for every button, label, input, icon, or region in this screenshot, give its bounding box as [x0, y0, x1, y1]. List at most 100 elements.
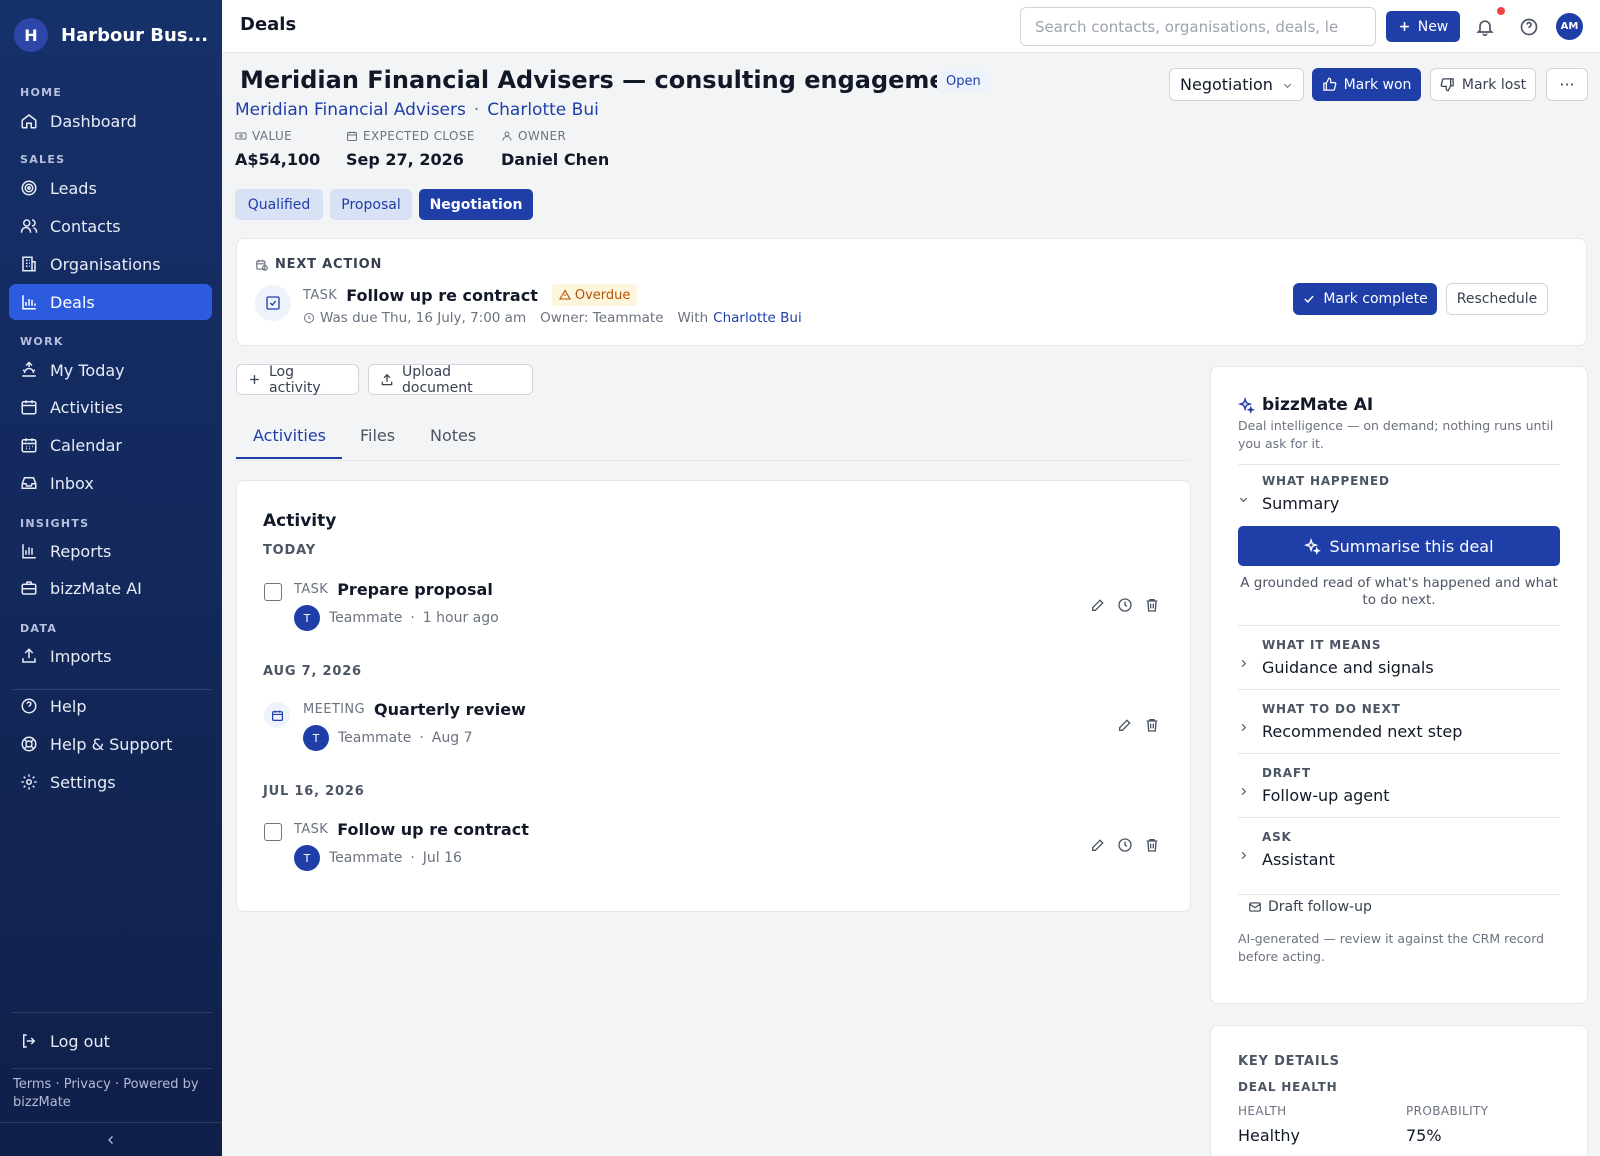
reschedule-clock-icon[interactable] — [1116, 836, 1134, 854]
user-avatar[interactable]: AM — [1556, 13, 1583, 40]
sidebar-item-help[interactable]: Help — [9, 688, 212, 724]
sparkle-icon — [1304, 537, 1329, 555]
stage-pill-negotiation[interactable]: Negotiation — [419, 189, 533, 220]
section-value: Summary — [1262, 494, 1340, 513]
collapse-sidebar-button[interactable] — [0, 1122, 222, 1156]
sidebar-item-deals[interactable]: Deals — [9, 284, 212, 320]
briefcase-icon — [20, 579, 38, 597]
sidebar-item-dashboard[interactable]: Dashboard — [9, 103, 212, 139]
divider — [1238, 894, 1560, 895]
sidebar-item-calendar[interactable]: Calendar — [9, 427, 212, 463]
sidebar-item-imports[interactable]: Imports — [9, 638, 212, 674]
notifications-bell-icon[interactable] — [1474, 16, 1496, 38]
owner-label-text: OWNER — [518, 129, 567, 143]
new-button[interactable]: New — [1386, 11, 1460, 42]
log-activity-button[interactable]: Log activity — [236, 364, 359, 396]
upload-document-button[interactable]: Upload document — [368, 364, 533, 396]
summarise-deal-button[interactable]: Summarise this deal — [1238, 526, 1560, 566]
chevron-down-icon — [1238, 494, 1249, 505]
help-icon[interactable] — [1518, 16, 1540, 38]
reschedule-clock-icon[interactable] — [1116, 596, 1134, 614]
users-icon — [20, 217, 38, 235]
list-item: TASK Prepare proposal — [294, 580, 493, 599]
contact-link[interactable]: Charlotte Bui — [487, 100, 599, 120]
chevron-right-icon — [1238, 850, 1249, 861]
edit-pencil-icon[interactable] — [1089, 836, 1107, 854]
sidebar-item-leads[interactable]: Leads — [9, 170, 212, 206]
sidebar-item-activities[interactable]: Activities — [9, 389, 212, 425]
deal-health-heading: DEAL HEALTH — [1238, 1080, 1338, 1094]
task-checkbox[interactable] — [264, 823, 282, 841]
trash-icon[interactable] — [1143, 596, 1161, 614]
sidebar-item-settings[interactable]: Settings — [9, 764, 212, 800]
sidebar-section-work: WORK — [20, 335, 64, 348]
draft-followup-button[interactable]: Draft follow-up — [1248, 899, 1372, 915]
stage-select[interactable]: Negotiation — [1169, 68, 1304, 101]
privacy-link[interactable]: Privacy — [64, 1077, 111, 1092]
money-icon — [235, 130, 252, 142]
more-options-button[interactable]: ··· — [1546, 68, 1588, 101]
footer-dot: · — [55, 1077, 60, 1092]
ai-section-draft[interactable]: DRAFT Follow-up agent — [1238, 766, 1560, 816]
sidebar-footer: Terms · Privacy · Powered by bizzMate — [13, 1076, 213, 1112]
organisation-link[interactable]: Meridian Financial Advisers — [235, 100, 466, 120]
edit-pencil-icon[interactable] — [1116, 716, 1134, 734]
sidebar-item-organisations[interactable]: Organisations — [9, 246, 212, 282]
thumbs-down-icon — [1440, 77, 1455, 92]
expected-close: Sep 27, 2026 — [346, 150, 464, 169]
chevron-left-icon — [105, 1134, 117, 1146]
stage-pill-proposal[interactable]: Proposal — [330, 189, 412, 220]
sidebar-item-my-today[interactable]: My Today — [9, 352, 212, 388]
activity-meta: T Teammate · Aug 7 — [303, 725, 472, 751]
ai-section-what-it-means[interactable]: WHAT IT MEANS Guidance and signals — [1238, 638, 1560, 688]
ai-section-what-happened[interactable]: WHAT HAPPENED Summary — [1238, 474, 1560, 524]
ai-section-ask[interactable]: ASK Assistant — [1238, 830, 1560, 880]
reschedule-button[interactable]: Reschedule — [1446, 283, 1548, 315]
sidebar-item-label: Organisations — [50, 254, 161, 274]
calendar-icon — [346, 130, 363, 142]
sidebar-item-label: Dashboard — [50, 111, 137, 131]
mark-complete-button[interactable]: Mark complete — [1293, 283, 1437, 315]
mark-won-button[interactable]: Mark won — [1312, 68, 1421, 101]
user-icon — [501, 130, 518, 142]
with-contact-link[interactable]: Charlotte Bui — [713, 310, 802, 326]
stage-pill-qualified[interactable]: Qualified — [235, 189, 323, 220]
top-bar: Deals New AM — [222, 0, 1600, 53]
deal-title: Meridian Financial Advisers — consulting… — [240, 66, 975, 94]
mark-lost-button[interactable]: Mark lost — [1430, 68, 1536, 101]
task-checkbox[interactable] — [264, 583, 282, 601]
tab-notes[interactable]: Notes — [430, 426, 476, 445]
sidebar-item-label: Help & Support — [50, 734, 173, 754]
sidebar-item-help-support[interactable]: Help & Support — [9, 726, 212, 762]
activity-title[interactable]: Follow up re contract — [337, 820, 529, 839]
sidebar-item-label: Imports — [50, 646, 112, 666]
trash-icon[interactable] — [1143, 716, 1161, 734]
tab-activities[interactable]: Activities — [253, 426, 326, 445]
sidebar-item-contacts[interactable]: Contacts — [9, 208, 212, 244]
sidebar-item-label: Settings — [50, 772, 116, 792]
sidebar-item-inbox[interactable]: Inbox — [9, 465, 212, 501]
trash-icon[interactable] — [1143, 836, 1161, 854]
sidebar-item-label: Help — [50, 696, 87, 716]
tab-files[interactable]: Files — [360, 426, 395, 445]
edit-pencil-icon[interactable] — [1089, 596, 1107, 614]
activity-kind: TASK — [303, 287, 338, 303]
sidebar-item-reports[interactable]: Reports — [9, 533, 212, 569]
activity-title[interactable]: Prepare proposal — [337, 580, 493, 599]
terms-link[interactable]: Terms — [13, 1077, 51, 1092]
brand[interactable]: H Harbour Bus... — [0, 0, 222, 70]
sidebar-section-sales: SALES — [20, 153, 66, 166]
search-input[interactable] — [1020, 7, 1376, 46]
logout-button[interactable]: Log out — [9, 1023, 212, 1059]
upload-icon — [380, 373, 402, 387]
sidebar-item-bizzmate-ai[interactable]: bizzMate AI — [9, 570, 212, 606]
activity-meta: T Teammate · 1 hour ago — [294, 605, 499, 631]
value-label: VALUE — [235, 129, 292, 143]
next-action-title[interactable]: Follow up re contract — [346, 286, 538, 305]
draft-followup-label: Draft follow-up — [1268, 899, 1372, 915]
activity-title[interactable]: Quarterly review — [374, 700, 526, 719]
chevron-down-icon — [1282, 80, 1293, 91]
sidebar-item-label: Reports — [50, 541, 112, 561]
ai-section-what-to-do-next[interactable]: WHAT TO DO NEXT Recommended next step — [1238, 702, 1560, 752]
ai-disclaimer: AI-generated — review it against the CRM… — [1238, 931, 1545, 964]
